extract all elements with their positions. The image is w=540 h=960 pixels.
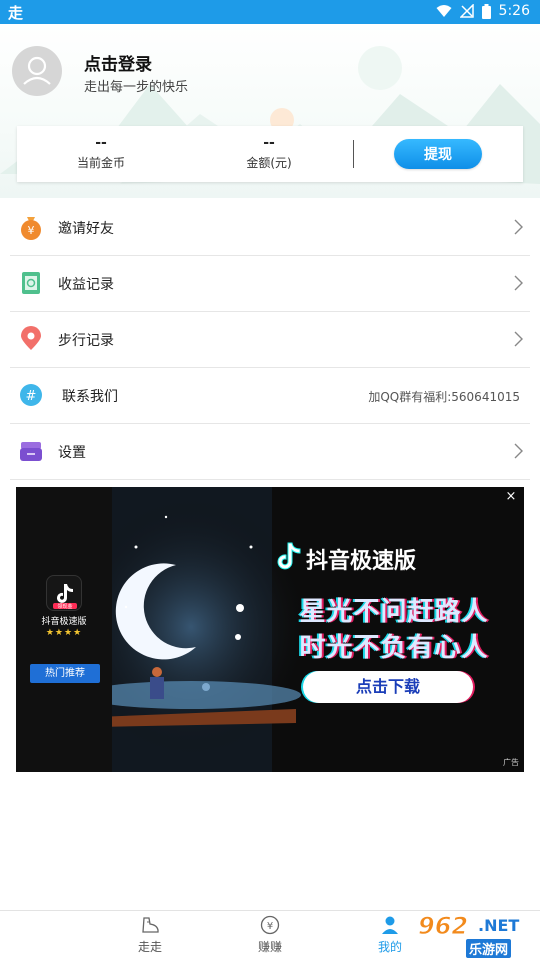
svg-text:¥: ¥: [28, 224, 35, 237]
no-signal-icon: [459, 4, 474, 18]
status-icons: 5:26: [436, 3, 530, 19]
ad-app-name: 抖音极速版: [41, 617, 87, 627]
login-title[interactable]: 点击登录: [84, 50, 152, 75]
menu-item-income[interactable]: 收益记录: [10, 256, 530, 312]
app-notification-icon: 走: [8, 4, 24, 22]
withdraw-button[interactable]: 提现: [394, 139, 482, 169]
yuan-coin-icon: ¥: [260, 915, 280, 935]
menu-label-settings: 设置: [58, 445, 86, 461]
ad-rating-stars: ★★★★: [45, 628, 83, 638]
douyin-app-icon: 领现金: [46, 575, 82, 611]
chevron-right-icon: [514, 443, 523, 459]
svg-text:¥: ¥: [267, 921, 273, 932]
battery-icon: [481, 3, 491, 19]
menu-item-contact[interactable]: # 联系我们 加QQ群有福利:560641015: [10, 368, 530, 424]
watermark-cn: 乐游网: [466, 939, 512, 958]
ad-app-panel: 领现金 抖音极速版 ★★★★ 热门推荐: [16, 487, 112, 772]
menu-label-invite: 邀请好友: [58, 221, 114, 237]
status-bar: 走 5:26: [0, 0, 540, 24]
ad-brand-title: 抖音极速版: [306, 549, 417, 574]
tab-label-earn: 赚赚: [257, 940, 282, 954]
svg-text:领现金: 领现金: [57, 603, 72, 610]
ad-label: 广告: [503, 758, 519, 767]
location-pin-icon: [21, 326, 41, 350]
watermark-net: .NET: [478, 916, 520, 935]
hot-recommend-tag[interactable]: 热门推荐: [30, 664, 100, 683]
ad-slogan-line-1: 星光不问赶路人: [299, 597, 489, 627]
tab-label-walk: 走走: [137, 940, 162, 954]
watermark-number: 962: [417, 912, 469, 941]
amount-label: 金额(元): [246, 156, 292, 170]
menu-item-steps[interactable]: 步行记录: [10, 312, 530, 368]
wallet-card: -- 当前金币 -- 金额(元) 提现: [17, 126, 523, 182]
ad-banner[interactable]: 领现金 抖音极速版 ★★★★ 热门推荐 抖音极速版 星光不问赶路人 时光不负有心…: [16, 487, 524, 772]
coins-value: --: [95, 135, 107, 151]
menu-label-income: 收益记录: [58, 277, 114, 293]
menu-label-contact: 联系我们: [62, 389, 118, 405]
site-watermark: 962 .NET 乐游网: [396, 912, 536, 958]
chevron-right-icon: [514, 331, 523, 347]
ad-close-icon[interactable]: ×: [504, 490, 518, 504]
menu-item-invite[interactable]: ¥ 邀请好友: [10, 200, 530, 256]
menu-list: ¥ 邀请好友 收益记录 步行记录 # 联系我们 加QQ群有福利:56064101…: [0, 200, 540, 480]
chat-hash-icon: #: [20, 384, 42, 406]
money-bag-icon: ¥: [21, 217, 41, 240]
receipt-icon: [22, 272, 40, 294]
wifi-icon: [436, 5, 452, 17]
tab-earn[interactable]: ¥ 赚赚: [240, 915, 300, 955]
amount-stat: -- 金额(元): [209, 134, 329, 171]
avatar[interactable]: [12, 46, 62, 96]
douyin-logo-icon: [277, 542, 301, 570]
clock: 5:26: [498, 3, 530, 19]
chevron-right-icon: [514, 219, 523, 235]
svg-text:#: #: [26, 389, 37, 404]
ad-download-button[interactable]: 点击下载: [303, 671, 473, 703]
douyin-note-icon: 领现金: [53, 584, 77, 610]
user-silhouette-icon: [23, 56, 51, 85]
coins-label: 当前金币: [76, 156, 125, 170]
ad-slogan-line-2: 时光不负有心人: [299, 633, 489, 663]
login-subtitle: 走出每一步的快乐: [84, 80, 189, 95]
coins-stat: -- 当前金币: [41, 134, 161, 171]
divider: [353, 140, 354, 168]
chevron-right-icon: [514, 275, 523, 291]
tab-walk[interactable]: 走走: [120, 915, 180, 955]
menu-item-settings[interactable]: 设置: [10, 424, 530, 480]
menu-label-steps: 步行记录: [58, 333, 114, 349]
amount-value: --: [263, 135, 275, 151]
shoe-icon: [142, 917, 159, 933]
qq-group-info: 加QQ群有福利:560641015: [368, 390, 520, 404]
settings-box-icon: [20, 442, 42, 461]
